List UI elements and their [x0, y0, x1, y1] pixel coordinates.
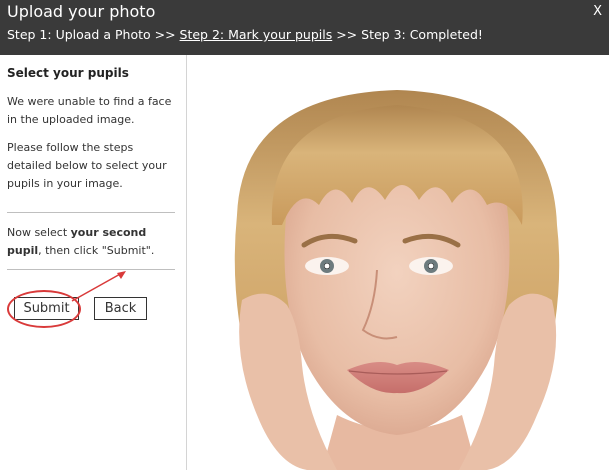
pupil-marker-1[interactable] [324, 263, 330, 269]
step-breadcrumb: Step 1: Upload a Photo >> Step 2: Mark y… [7, 26, 483, 43]
face-photo [234, 90, 560, 470]
step-instruction: Now select your second pupil, then click… [7, 224, 179, 260]
instructions-text: Please follow the steps detailed below t… [7, 141, 167, 190]
close-icon[interactable]: X [593, 3, 602, 21]
pupil-marker-2[interactable] [428, 263, 434, 269]
step-1-label: Step 1: Upload a Photo >> [7, 27, 180, 42]
instruction-prefix: Now select [7, 226, 71, 239]
photo-canvas[interactable] [187, 55, 609, 470]
sidebar-panel: Select your pupils We were unable to fin… [0, 55, 187, 470]
sidebar-title: Select your pupils [7, 66, 129, 80]
step-3-label: >> Step 3: Completed! [332, 27, 483, 42]
divider [7, 212, 175, 213]
annotation-arrow [71, 271, 126, 302]
dialog-header: Upload your photo X Step 1: Upload a Pho… [0, 0, 609, 55]
step-2-link[interactable]: Step 2: Mark your pupils [180, 27, 333, 42]
instruction-suffix: , then click "Submit". [38, 244, 155, 257]
no-face-message: We were unable to find a face in the upl… [7, 95, 172, 126]
dialog-title: Upload your photo [7, 2, 156, 21]
